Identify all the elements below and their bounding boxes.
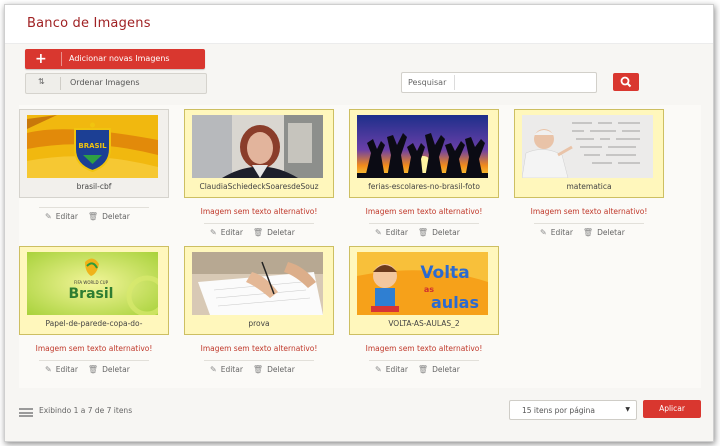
image-caption: matematica — [566, 182, 612, 191]
divider — [39, 360, 149, 361]
image-card[interactable]: matematica — [514, 109, 664, 198]
trash-icon: 🗑 — [417, 228, 429, 237]
cbf-logo-text: BRASIL — [78, 142, 107, 150]
trash-icon: 🗑 — [252, 228, 264, 237]
image-card[interactable]: FIFA WORLD CUP Brasil Papel-de-parede-co… — [19, 246, 169, 335]
divider — [369, 360, 479, 361]
edit-icon: ✎ — [540, 228, 547, 237]
search-label: Pesquisar — [408, 78, 447, 87]
image-thumbnail-prova — [192, 252, 323, 315]
edit-button[interactable]: ✎ Editar — [375, 228, 408, 237]
missing-alt-warning: Imagem sem texto alternativo! — [365, 207, 483, 216]
search-icon — [620, 76, 632, 88]
edit-icon: ✎ — [210, 228, 217, 237]
edit-button[interactable]: ✎ Editar — [540, 228, 573, 237]
trash-icon: 🗑 — [582, 228, 594, 237]
image-card[interactable]: prova — [184, 246, 334, 335]
divider — [369, 223, 479, 224]
image-card[interactable]: ClaudiaSchiedeckSoaresdeSouz — [184, 109, 334, 198]
image-thumbnail-volta-as-aulas: Volta as aulas — [357, 252, 488, 315]
image-thumbnail-copa: FIFA WORLD CUP Brasil — [27, 252, 158, 315]
add-images-button[interactable]: + Adicionar novas Imagens — [25, 49, 205, 69]
image-caption: VOLTA-AS-AULAS_2 — [388, 319, 460, 328]
delete-button[interactable]: 🗑 Deletar — [253, 365, 295, 374]
edit-button[interactable]: ✎ Editar — [45, 365, 78, 374]
trash-icon: 🗑 — [87, 365, 99, 374]
button-divider — [61, 52, 62, 66]
add-images-label: Adicionar novas Imagens — [69, 54, 170, 63]
divider — [39, 207, 149, 208]
image-caption: ClaudiaSchiedeckSoaresdeSouz — [199, 182, 319, 191]
image-thumbnail-brasil-cbf: BRASIL — [27, 115, 158, 178]
divider — [534, 223, 644, 224]
list-icon — [19, 408, 33, 417]
missing-alt-warning: Imagem sem texto alternativo! — [200, 344, 318, 353]
edit-icon: ✎ — [210, 365, 217, 374]
title-bar: Banco de Imagens — [5, 5, 713, 44]
image-actions: ✎ Editar 🗑 Deletar — [540, 228, 635, 237]
edit-icon: ✎ — [375, 365, 382, 374]
edit-icon: ✎ — [45, 212, 52, 221]
plus-icon: + — [35, 51, 47, 67]
aulas-text: aulas — [431, 293, 479, 312]
image-caption: prova — [248, 319, 270, 328]
image-thumbnail-matematica — [522, 115, 653, 178]
results-summary: Exibindo 1 a 7 de 7 itens — [39, 406, 133, 415]
order-images-label: Ordenar Imagens — [70, 78, 140, 87]
copa-brand-text: Brasil — [69, 286, 114, 302]
image-thumbnail-claudia — [192, 115, 323, 178]
edit-button[interactable]: ✎ Editar — [210, 365, 243, 374]
image-actions: ✎ Editar 🗑 Deletar — [210, 365, 305, 374]
apply-button[interactable]: Aplicar — [643, 400, 701, 418]
delete-button[interactable]: 🗑 Deletar — [88, 365, 130, 374]
image-actions: ✎ Editar 🗑 Deletar — [210, 228, 305, 237]
edit-button[interactable]: ✎ Editar — [45, 212, 78, 221]
trash-icon: 🗑 — [417, 365, 429, 374]
delete-button[interactable]: 🗑 Deletar — [418, 228, 460, 237]
image-thumbnail-ferias — [357, 115, 488, 178]
image-bank-window: Banco de Imagens + Adicionar novas Image… — [4, 4, 714, 442]
button-divider — [60, 77, 61, 90]
copa-small-text: FIFA WORLD CUP — [74, 280, 109, 285]
search-divider — [454, 75, 455, 90]
items-per-page-select[interactable]: 15 itens por página ▼ — [509, 400, 637, 420]
divider — [204, 223, 314, 224]
missing-alt-warning: Imagem sem texto alternativo! — [365, 344, 483, 353]
delete-button[interactable]: 🗑 Deletar — [88, 212, 130, 221]
caret-down-icon: ▼ — [625, 406, 630, 413]
delete-button[interactable]: 🗑 Deletar — [253, 228, 295, 237]
image-actions: ✎ Editar 🗑 Deletar — [375, 228, 470, 237]
missing-alt-warning: Imagem sem texto alternativo! — [530, 207, 648, 216]
search-input[interactable]: Pesquisar — [401, 72, 597, 93]
trash-icon: 🗑 — [87, 212, 99, 221]
image-caption: ferias-escolares-no-brasil-foto — [368, 182, 480, 191]
image-caption: brasil-cbf — [76, 182, 112, 191]
missing-alt-warning: Imagem sem texto alternativo! — [200, 207, 318, 216]
volta-text: Volta — [420, 263, 469, 283]
image-card[interactable]: Volta as aulas VOLTA-AS-AULAS_2 — [349, 246, 499, 335]
edit-icon: ✎ — [375, 228, 382, 237]
edit-icon: ✎ — [45, 365, 52, 374]
image-actions: ✎ Editar 🗑 Deletar — [45, 365, 140, 374]
image-actions: ✎ Editar 🗑 Deletar — [375, 365, 470, 374]
edit-button[interactable]: ✎ Editar — [375, 365, 408, 374]
sort-icon: ⇅ — [38, 77, 45, 86]
edit-button[interactable]: ✎ Editar — [210, 228, 243, 237]
missing-alt-warning: Imagem sem texto alternativo! — [35, 344, 153, 353]
page-title: Banco de Imagens — [27, 16, 151, 31]
search-button[interactable] — [613, 73, 639, 91]
image-card[interactable]: ferias-escolares-no-brasil-foto — [349, 109, 499, 198]
delete-button[interactable]: 🗑 Deletar — [583, 228, 625, 237]
order-images-button[interactable]: ⇅ Ordenar Imagens — [25, 73, 207, 94]
divider — [204, 360, 314, 361]
image-card[interactable]: BRASIL brasil-cbf — [19, 109, 169, 198]
image-actions: ✎ Editar 🗑 Deletar — [45, 212, 140, 221]
delete-button[interactable]: 🗑 Deletar — [418, 365, 460, 374]
image-caption: Papel-de-parede-copa-do- — [45, 319, 143, 328]
trash-icon: 🗑 — [252, 365, 264, 374]
items-per-page-value: 15 itens por página — [522, 406, 595, 415]
